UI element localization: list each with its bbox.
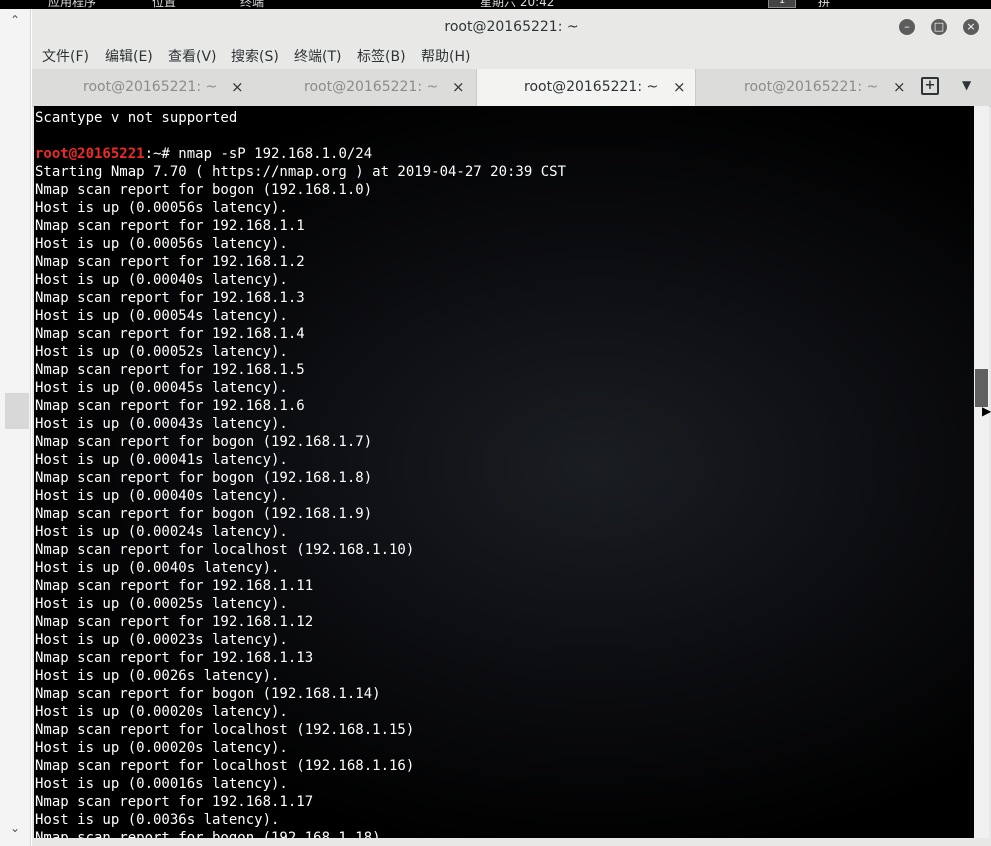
tab-list-dropdown-icon[interactable]: ▼	[962, 78, 971, 92]
tab-bar: root@20165221: ~ × root@20165221: ~ × ro…	[32, 69, 991, 107]
terminal-line: Host is up (0.00025s latency).	[35, 596, 288, 612]
clock[interactable]: 星期六 20:42	[480, 0, 554, 9]
tab-label: root@20165221: ~	[83, 79, 218, 95]
tab-label: root@20165221: ~	[744, 79, 879, 95]
menu-edit[interactable]: 编辑(E)	[105, 47, 153, 67]
terminal-line: Nmap scan report for bogon (192.168.1.18…	[35, 830, 381, 838]
new-tab-icon[interactable]: +	[921, 77, 939, 95]
scroll-down-icon[interactable]: ⌄	[10, 821, 20, 835]
scroll-thumb[interactable]	[5, 393, 29, 429]
title-bar[interactable]: root@20165221: ~ – □ ×	[32, 9, 991, 45]
menu-file[interactable]: 文件(F)	[42, 47, 89, 67]
terminal-line: Host is up (0.00056s latency).	[35, 236, 288, 252]
terminal-line: Host is up (0.0026s latency).	[35, 668, 280, 684]
terminal-line: Nmap scan report for 192.168.1.17	[35, 794, 314, 810]
terminal-line: Starting Nmap 7.70 ( https://nmap.org ) …	[35, 164, 567, 180]
terminal-line: Nmap scan report for 192.168.1.11	[35, 578, 314, 594]
terminal-line: Nmap scan report for localhost (192.168.…	[35, 722, 415, 738]
terminal-line: Nmap scan report for 192.168.1.13	[35, 650, 314, 666]
terminal-app-menu[interactable]: 终端	[240, 0, 264, 9]
menu-view[interactable]: 查看(V)	[168, 47, 217, 67]
terminal-line: Host is up (0.00045s latency).	[35, 380, 288, 396]
terminal-line: Nmap scan report for 192.168.1.6	[35, 398, 305, 414]
terminal-line: Host is up (0.00020s latency).	[35, 704, 288, 720]
workspace-indicator[interactable]: 1	[768, 0, 796, 8]
terminal-line: Nmap scan report for bogon (192.168.1.0)	[35, 182, 373, 198]
prompt-user: root@20165221	[35, 146, 145, 162]
command-text: nmap -sP 192.168.1.0/24	[178, 146, 373, 162]
terminal-lines: Scantype v not supported root@20165221:~#…	[35, 109, 566, 838]
terminal-line: Host is up (0.00054s latency).	[35, 308, 288, 324]
desktop-scrollbar[interactable]: ⌃ ⌄	[0, 9, 31, 846]
tab-3[interactable]: root@20165221: ~ ×	[476, 69, 696, 106]
menu-tabs[interactable]: 标签(B)	[357, 47, 406, 67]
mouse-pointer-icon: ▶	[982, 404, 991, 418]
terminal-line: Host is up (0.00023s latency).	[35, 632, 288, 648]
terminal-line: Scantype v not supported	[35, 110, 238, 126]
terminal-line: Host is up (0.00016s latency).	[35, 776, 288, 792]
terminal-scrollbar[interactable]	[974, 106, 989, 838]
terminal-output[interactable]: Scantype v not supported root@20165221:~#…	[34, 106, 974, 838]
menu-search[interactable]: 搜索(S)	[231, 47, 279, 67]
terminal-line: Host is up (0.00043s latency).	[35, 416, 288, 432]
tab-close-icon[interactable]: ×	[452, 69, 465, 105]
tab-close-icon[interactable]: ×	[673, 69, 686, 105]
tab-label: root@20165221: ~	[304, 79, 439, 95]
terminal-line: Nmap scan report for localhost (192.168.…	[35, 542, 415, 558]
terminal-line: Host is up (0.0040s latency).	[35, 560, 280, 576]
terminal-line: Host is up (0.00052s latency).	[35, 344, 288, 360]
minimize-icon[interactable]: –	[899, 19, 915, 35]
terminal-line: Nmap scan report for localhost (192.168.…	[35, 758, 415, 774]
terminal-line: Host is up (0.00041s latency).	[35, 452, 288, 468]
terminal-line: Host is up (0.00040s latency).	[35, 272, 288, 288]
terminal-line: Nmap scan report for bogon (192.168.1.7)	[35, 434, 373, 450]
apps-menu[interactable]: 应用程序	[48, 0, 96, 9]
terminal-line: Host is up (0.00056s latency).	[35, 200, 288, 216]
scroll-up-icon[interactable]: ⌃	[10, 13, 20, 27]
menu-help[interactable]: 帮助(H)	[421, 47, 470, 67]
terminal-line: Host is up (0.00040s latency).	[35, 488, 288, 504]
terminal-line: Nmap scan report for bogon (192.168.1.9)	[35, 506, 373, 522]
menu-bar: 文件(F) 编辑(E) 查看(V) 搜索(S) 终端(T) 标签(B) 帮助(H…	[32, 45, 991, 69]
input-method-indicator[interactable]: 拼	[818, 0, 830, 9]
terminal-line: Nmap scan report for 192.168.1.12	[35, 614, 314, 630]
close-icon[interactable]: ×	[963, 19, 979, 35]
terminal-line: Nmap scan report for 192.168.1.5	[35, 362, 305, 378]
terminal-window: root@20165221: ~ – □ × 文件(F) 编辑(E) 查看(V)…	[32, 9, 991, 846]
tab-close-icon[interactable]: ×	[231, 69, 244, 105]
tab-4[interactable]: root@20165221: ~ ×	[696, 69, 916, 105]
terminal-line: Host is up (0.00024s latency).	[35, 524, 288, 540]
window-bottom-edge	[32, 838, 991, 846]
terminal-line: Nmap scan report for 192.168.1.3	[35, 290, 305, 306]
tab-1[interactable]: root@20165221: ~ ×	[32, 69, 254, 105]
prompt-path: :~#	[144, 146, 179, 162]
maximize-icon[interactable]: □	[931, 19, 947, 35]
window-title: root@20165221: ~	[444, 19, 579, 35]
terminal-line: Nmap scan report for 192.168.1.2	[35, 254, 305, 270]
tab-2[interactable]: root@20165221: ~ ×	[254, 69, 476, 105]
terminal-line: Nmap scan report for 192.168.1.1	[35, 218, 305, 234]
prompt-line: root@20165221:~# nmap -sP 192.168.1.0/24	[35, 145, 566, 163]
tab-label: root@20165221: ~	[524, 79, 659, 95]
terminal-line: Host is up (0.00020s latency).	[35, 740, 288, 756]
terminal-line: Nmap scan report for bogon (192.168.1.8)	[35, 470, 373, 486]
tab-close-icon[interactable]: ×	[893, 69, 906, 105]
places-menu[interactable]: 位置	[152, 0, 176, 9]
system-top-bar: 应用程序 位置 终端 星期六 20:42 1 拼	[0, 0, 991, 9]
terminal-line: Nmap scan report for 192.168.1.4	[35, 326, 305, 342]
terminal-line: Nmap scan report for bogon (192.168.1.14…	[35, 686, 381, 702]
terminal-scroll-thumb[interactable]	[975, 369, 988, 407]
menu-terminal[interactable]: 终端(T)	[294, 47, 341, 67]
terminal-line: Host is up (0.0036s latency).	[35, 812, 280, 828]
